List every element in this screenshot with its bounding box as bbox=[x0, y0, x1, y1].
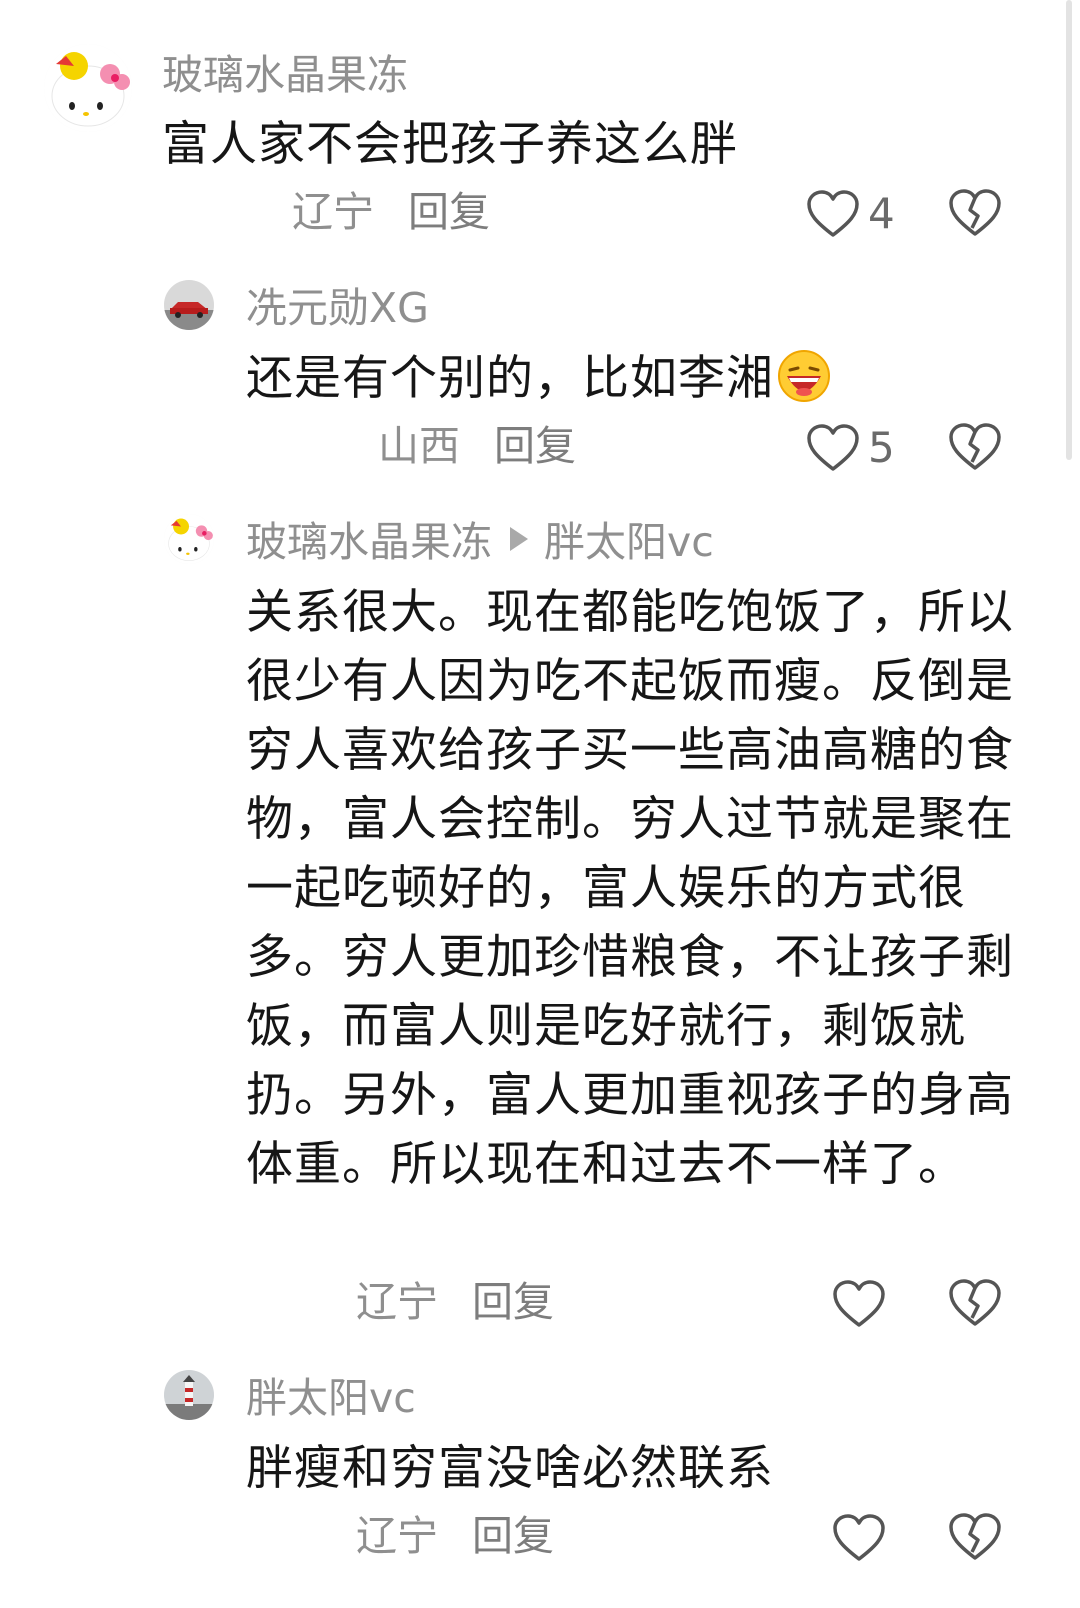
avatar[interactable] bbox=[44, 44, 132, 132]
dislike-button[interactable] bbox=[948, 422, 1002, 472]
reply-to-username[interactable]: 胖太阳vc bbox=[544, 518, 714, 566]
avatar[interactable] bbox=[164, 280, 214, 330]
avatar[interactable] bbox=[164, 1370, 214, 1420]
comment-meta: 辽宁 回复 bbox=[356, 1516, 554, 1557]
reply-button[interactable]: 回复 bbox=[472, 1512, 554, 1560]
like-count: 5 bbox=[868, 423, 895, 472]
reply-arrow-icon bbox=[510, 527, 528, 551]
comment-location: 辽宁 bbox=[356, 1278, 438, 1326]
reply-button[interactable]: 回复 bbox=[472, 1278, 554, 1326]
reply-button[interactable]: 回复 bbox=[494, 422, 576, 470]
dislike-button[interactable] bbox=[948, 188, 1002, 238]
red-car-avatar-icon bbox=[164, 280, 214, 330]
broken-heart-icon bbox=[949, 189, 1001, 236]
comment-location: 山西 bbox=[378, 422, 460, 470]
comment-username[interactable]: 玻璃水晶果冻 bbox=[246, 518, 492, 566]
comment-location: 辽宁 bbox=[356, 1512, 438, 1560]
comment-meta: 辽宁 回复 bbox=[356, 1282, 554, 1323]
heart-icon bbox=[833, 1280, 885, 1327]
laughing-emoji-icon bbox=[776, 348, 832, 404]
hello-kitty-avatar-icon bbox=[44, 44, 132, 132]
like-button[interactable]: 4 bbox=[806, 186, 895, 242]
comment-text: 富人家不会把孩子养这么胖 bbox=[162, 117, 738, 172]
comment-username[interactable]: 胖太阳vc bbox=[246, 1378, 416, 1419]
heart-icon bbox=[807, 190, 859, 237]
avatar[interactable] bbox=[164, 514, 214, 564]
like-count: 4 bbox=[868, 189, 895, 238]
comment-meta: 山西 回复 bbox=[378, 426, 576, 467]
like-button[interactable] bbox=[832, 1276, 894, 1332]
broken-heart-icon bbox=[949, 1513, 1001, 1560]
comment-location: 辽宁 bbox=[292, 188, 374, 236]
comment-username[interactable]: 冼元勋XG bbox=[246, 288, 429, 329]
reply-button[interactable]: 回复 bbox=[408, 188, 490, 236]
comment-text: 关系很大。现在都能吃饱饭了，所以很少有人因为吃不起饭而瘦。反倒是穷人喜欢给孩子买… bbox=[246, 585, 1014, 1192]
comment-text: 胖瘦和穷富没啥必然联系 bbox=[246, 1441, 774, 1496]
dislike-button[interactable] bbox=[948, 1512, 1002, 1562]
heart-icon bbox=[807, 424, 859, 471]
broken-heart-icon bbox=[949, 423, 1001, 470]
comment-meta: 辽宁 回复 bbox=[292, 192, 490, 233]
like-button[interactable]: 5 bbox=[806, 420, 895, 476]
heart-icon bbox=[833, 1514, 885, 1561]
dislike-button[interactable] bbox=[948, 1278, 1002, 1328]
comment-username-row: 玻璃水晶果冻 胖太阳vc bbox=[246, 522, 714, 563]
like-button[interactable] bbox=[832, 1510, 894, 1566]
scrollbar[interactable] bbox=[1066, 0, 1072, 460]
comment-text: 还是有个别的，比如李湘 bbox=[246, 344, 832, 413]
broken-heart-icon bbox=[949, 1279, 1001, 1326]
hello-kitty-avatar-icon bbox=[164, 514, 214, 564]
comment-username[interactable]: 玻璃水晶果冻 bbox=[162, 55, 408, 96]
lighthouse-avatar-icon bbox=[164, 1370, 214, 1420]
